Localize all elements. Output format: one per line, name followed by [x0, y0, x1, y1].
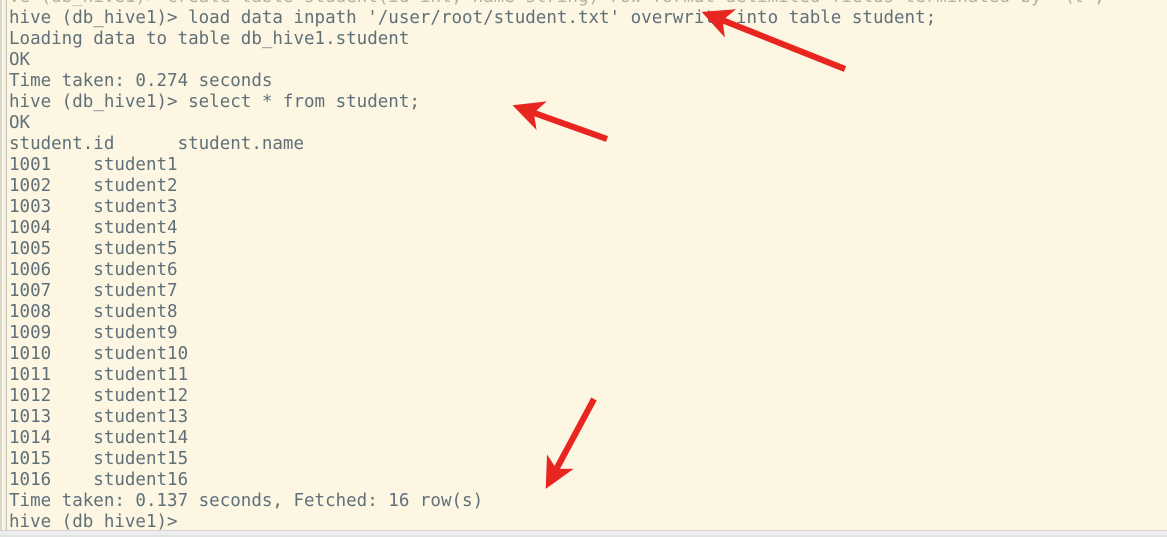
terminal-line: Time taken: 0.274 seconds	[9, 71, 273, 91]
terminal-line: 1008 student8	[9, 302, 178, 322]
terminal-left-scrollbar[interactable]	[0, 0, 7, 530]
terminal-line: Time taken: 0.137 seconds, Fetched: 16 r…	[9, 491, 484, 511]
terminal-line: 1007 student7	[9, 281, 178, 301]
terminal-line: 1010 student10	[9, 344, 189, 364]
terminal-line: 1003 student3	[9, 197, 178, 217]
terminal-line: 1001 student1	[9, 155, 178, 175]
terminal-line: student.id student.name	[9, 134, 305, 154]
terminal-line: Loading data to table db_hive1.student	[9, 29, 410, 49]
terminal-line: 1014 student14	[9, 428, 189, 448]
terminal-line: 1012 student12	[9, 386, 189, 406]
terminal-window: ve (db_hive1)> create table student(id i…	[0, 0, 1167, 537]
terminal-line: 1006 student6	[9, 260, 178, 280]
terminal-line: 1016 student16	[9, 470, 189, 490]
terminal-line: 1011 student11	[9, 365, 189, 385]
terminal-line: 1015 student15	[9, 449, 189, 469]
terminal-line: hive (db_hive1)> select * from student;	[9, 92, 420, 112]
terminal-line: 1013 student13	[9, 407, 189, 427]
terminal-line: hive (db_hive1)> load data inpath '/user…	[9, 8, 937, 28]
terminal-line: 1002 student2	[9, 176, 178, 196]
terminal-line: OK	[9, 113, 31, 133]
terminal-line: 1004 student4	[9, 218, 178, 238]
terminal-bottom-scrollbar[interactable]	[0, 530, 1167, 537]
terminal-line: 1005 student5	[9, 239, 178, 259]
terminal-line: OK	[9, 50, 31, 70]
terminal-line: 1009 student9	[9, 323, 178, 343]
terminal-output[interactable]: ve (db_hive1)> create table student(id i…	[9, 0, 1167, 533]
terminal-line: ve (db_hive1)> create table student(id i…	[9, 0, 1167, 8]
